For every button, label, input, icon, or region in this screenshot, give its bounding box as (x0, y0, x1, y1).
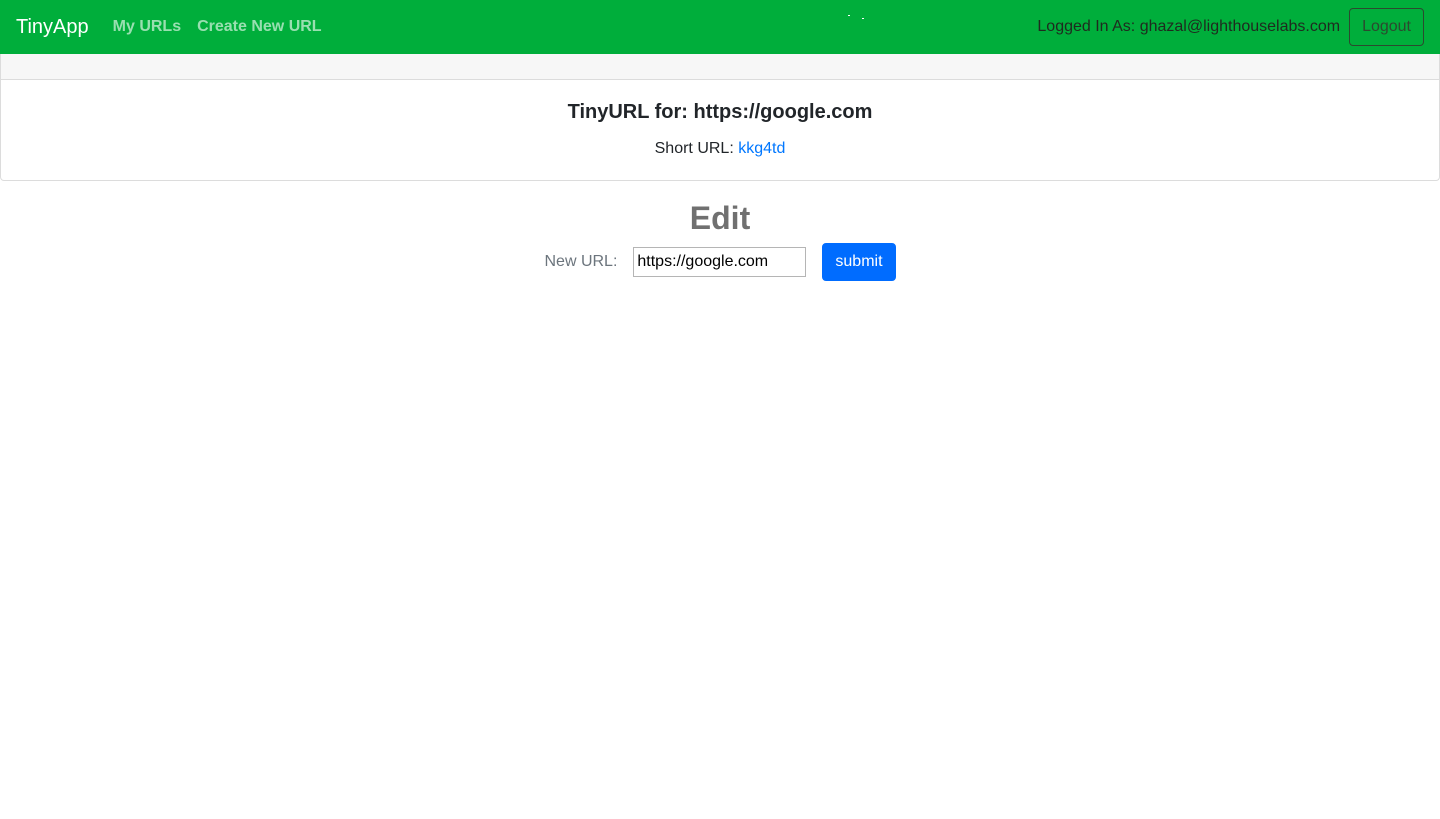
logout-button[interactable]: Logout (1349, 8, 1424, 46)
new-url-input[interactable] (633, 247, 807, 277)
edit-section: Edit New URL: submit (0, 181, 1440, 281)
url-card: TinyURL for: https://google.com Short UR… (0, 54, 1440, 181)
short-url-link[interactable]: kkg4td (738, 140, 785, 157)
navbar: TinyApp My URLs Create New URL Logged In… (0, 0, 1440, 54)
edit-heading: Edit (689, 200, 751, 236)
nav-my-urls[interactable]: My URLs (113, 18, 181, 36)
new-url-label: New URL: (544, 253, 618, 270)
navbar-specks (846, 14, 866, 22)
short-url-label: Short URL: (654, 140, 734, 157)
card-title: TinyURL for: https://google.com (567, 101, 873, 123)
navbar-user-area: Logged In As: ghazal@lighthouselabs.com … (1037, 8, 1424, 46)
short-url-line: Short URL: kkg4td (1, 140, 1439, 158)
card-body: TinyURL for: https://google.com Short UR… (1, 80, 1439, 180)
brand-link[interactable]: TinyApp (16, 16, 89, 39)
edit-form: New URL: submit (0, 243, 1440, 281)
logged-in-text: Logged In As: ghazal@lighthouselabs.com (1037, 18, 1341, 35)
submit-button[interactable]: submit (822, 243, 896, 281)
card-header (1, 54, 1439, 80)
nav-create-new-url[interactable]: Create New URL (197, 18, 321, 36)
